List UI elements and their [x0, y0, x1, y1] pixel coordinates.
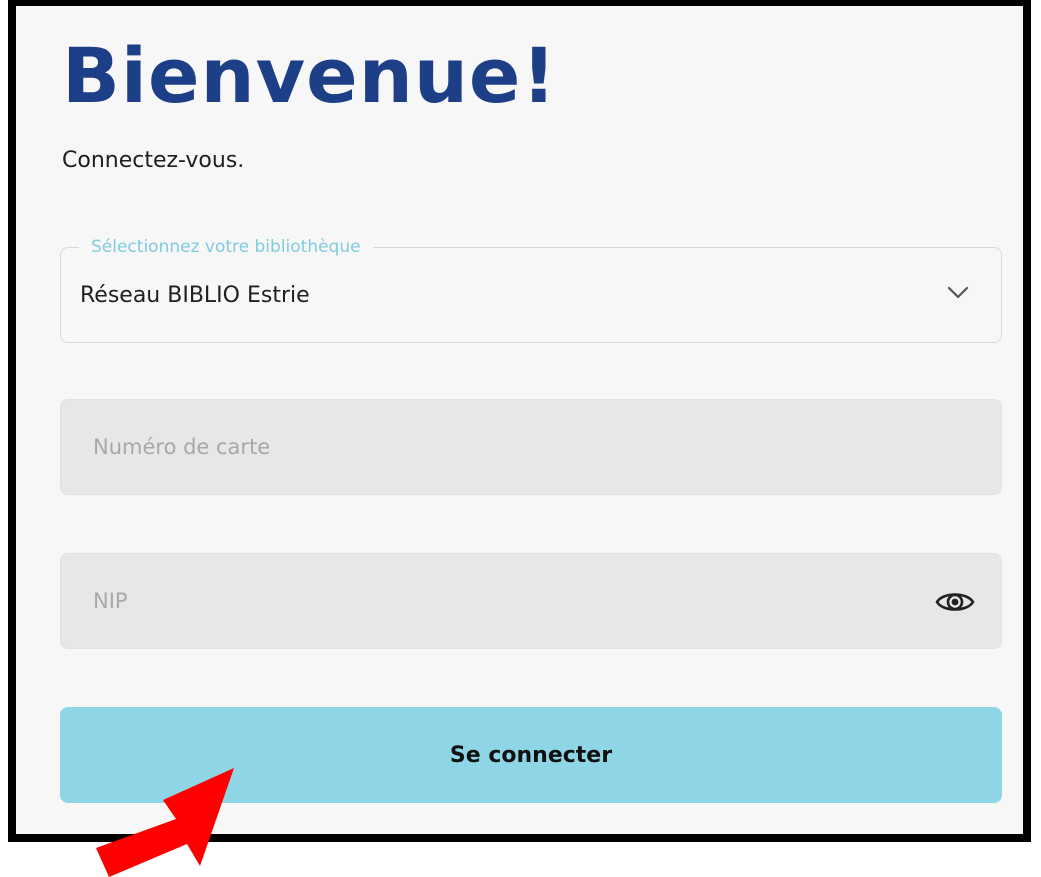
login-subtitle: Connectez-vous. [62, 148, 245, 173]
page-title: Bienvenue! [62, 31, 558, 120]
red-arrow-icon [96, 768, 234, 877]
chevron-down-icon [947, 286, 969, 299]
card-number-field[interactable] [60, 399, 1002, 495]
library-select-value: Réseau BIBLIO Estrie [80, 283, 310, 308]
pin-input[interactable] [61, 554, 1001, 648]
library-select-label: Sélectionnez votre bibliothèque [79, 235, 373, 259]
login-panel: Bienvenue! Connectez-vous. Sélectionnez … [8, 0, 1031, 842]
pin-field[interactable] [60, 553, 1002, 649]
eye-icon[interactable] [935, 589, 975, 615]
card-number-input[interactable] [61, 400, 1001, 494]
library-select[interactable]: Sélectionnez votre bibliothèque Réseau B… [60, 235, 1002, 343]
